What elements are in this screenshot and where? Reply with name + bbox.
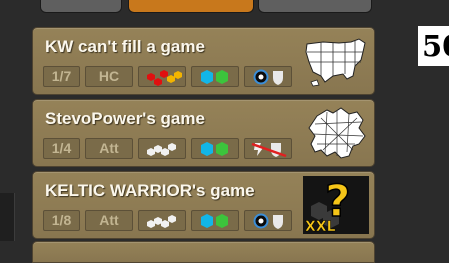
reinforcement-setting-icon bbox=[244, 66, 292, 87]
player-count: 1/4 bbox=[43, 138, 80, 159]
left-panel-edge bbox=[0, 193, 15, 241]
game-title: StevoPower's game bbox=[45, 109, 205, 128]
reinforcement-setting-icon bbox=[244, 210, 292, 231]
tab-active[interactable] bbox=[128, 0, 254, 13]
game-title: KW can't fill a game bbox=[45, 37, 205, 56]
game-list: KW can't fill a game 1/7 HC StevoPower's… bbox=[32, 26, 375, 263]
fog-setting-icon bbox=[191, 210, 239, 231]
player-count: 1/7 bbox=[43, 66, 80, 87]
fog-setting-icon bbox=[191, 138, 239, 159]
game-title: KELTIC WARRIOR's game bbox=[45, 181, 255, 200]
europe-map-icon bbox=[303, 104, 369, 162]
colors-setting-icon bbox=[138, 210, 186, 231]
top-tab-bar bbox=[0, 0, 449, 14]
tab-right[interactable] bbox=[258, 0, 372, 13]
player-count: 1/8 bbox=[43, 210, 80, 231]
colors-setting-icon bbox=[138, 66, 186, 87]
tab-left[interactable] bbox=[40, 0, 122, 13]
game-card[interactable] bbox=[32, 241, 375, 263]
side-number: 50 bbox=[418, 26, 449, 66]
game-mode: HC bbox=[85, 66, 133, 87]
usa-map-icon bbox=[303, 32, 369, 90]
game-card[interactable]: KELTIC WARRIOR's game 1/8 Att ? XXL bbox=[32, 171, 375, 239]
xxl-badge: XXL bbox=[305, 219, 336, 234]
game-mode: Att bbox=[85, 210, 133, 231]
game-card[interactable]: StevoPower's game 1/4 Att bbox=[32, 99, 375, 167]
no-reinforcement-icon bbox=[244, 138, 292, 159]
game-mode: Att bbox=[85, 138, 133, 159]
random-xxl-map-icon: ? XXL bbox=[303, 175, 369, 235]
game-card[interactable]: KW can't fill a game 1/7 HC bbox=[32, 27, 375, 95]
colors-setting-icon bbox=[138, 138, 186, 159]
fog-setting-icon bbox=[191, 66, 239, 87]
